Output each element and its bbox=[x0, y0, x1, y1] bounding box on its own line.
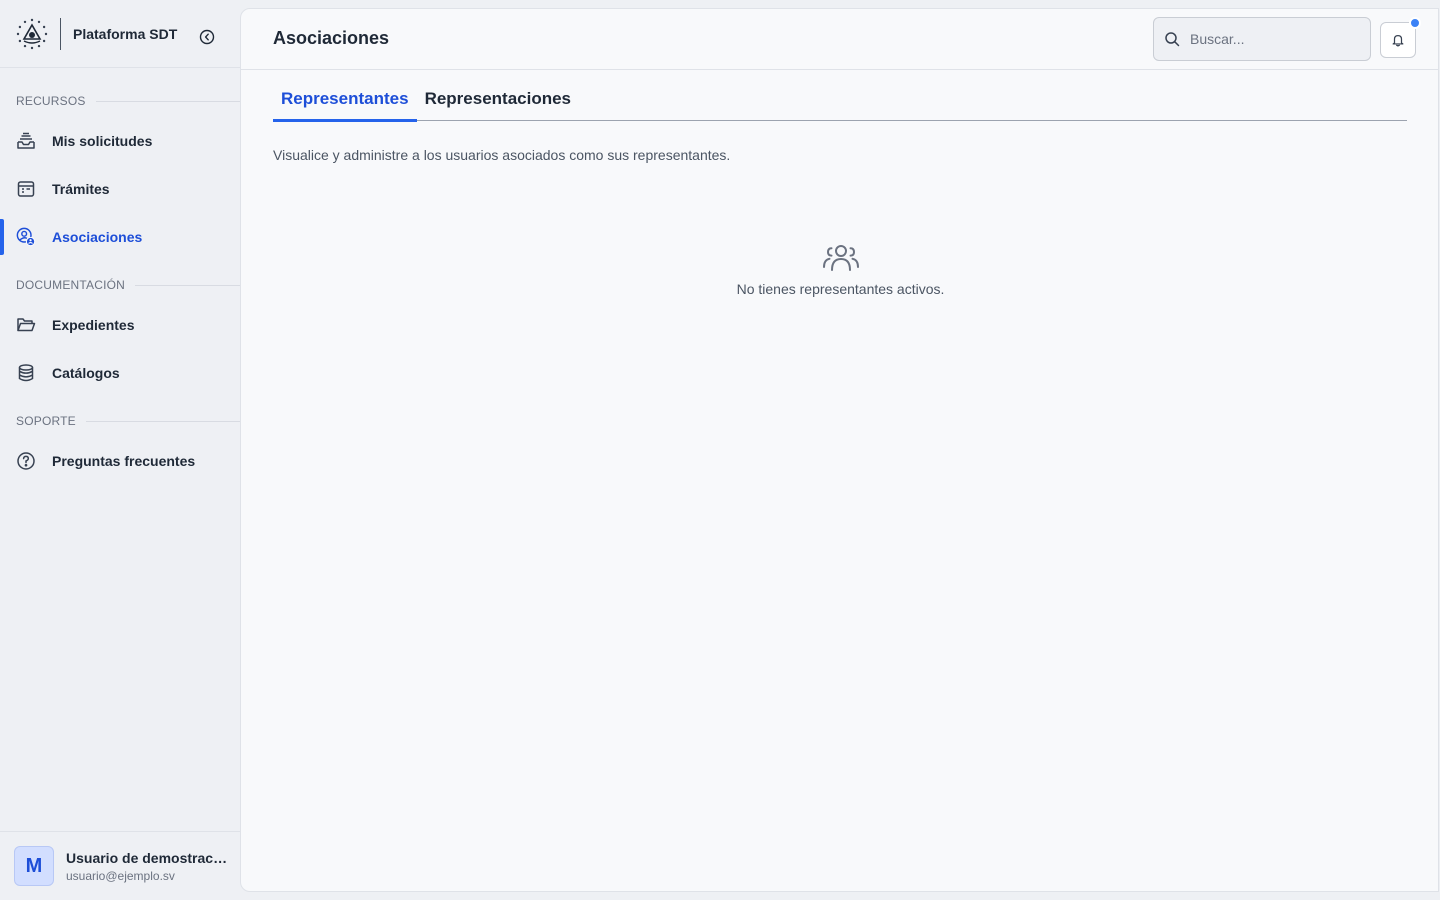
sidebar-item-asociaciones[interactable]: Asociaciones bbox=[0, 217, 240, 257]
sidebar-item-tramites[interactable]: Trámites bbox=[0, 169, 240, 209]
logo-divider bbox=[60, 17, 61, 50]
avatar: M bbox=[14, 846, 54, 886]
notifications-button[interactable] bbox=[1380, 17, 1421, 58]
sidebar-item-mis-solicitudes[interactable]: Mis solicitudes bbox=[0, 121, 240, 161]
sidebar-item-label: Expedientes bbox=[52, 317, 135, 333]
app-root: Plataforma SDT RECURSOS Mis solicitudes bbox=[0, 0, 1440, 900]
empty-message: No tienes representantes activos. bbox=[736, 281, 945, 297]
notification-dot bbox=[1409, 17, 1421, 29]
bell-icon bbox=[1392, 35, 1404, 47]
tab-representaciones[interactable]: Representaciones bbox=[417, 84, 579, 120]
inbox-stack-icon bbox=[16, 131, 36, 151]
tab-description: Visualice y administre a los usuarios as… bbox=[273, 147, 731, 163]
sidebar-item-label: Trámites bbox=[52, 181, 110, 197]
user-name: Usuario de demostración bbox=[66, 849, 230, 866]
question-circle-icon bbox=[16, 451, 36, 471]
search-icon bbox=[1165, 32, 1180, 47]
app-title: Plataforma SDT bbox=[73, 25, 178, 42]
coat-of-arms-logo[interactable] bbox=[16, 18, 48, 50]
user-info: Usuario de demostración usuario@ejemplo.… bbox=[66, 850, 230, 883]
page-title: Asociaciones bbox=[273, 28, 390, 48]
sidebar-item-expedientes[interactable]: Expedientes bbox=[0, 305, 240, 345]
sidebar-header: Plataforma SDT bbox=[0, 0, 240, 68]
users-group-icon bbox=[241, 243, 1440, 273]
section-label-soporte: SOPORTE bbox=[16, 414, 240, 428]
user-email: usuario@ejemplo.sv bbox=[66, 868, 175, 883]
calendar-table-icon bbox=[16, 179, 36, 199]
main-panel: Asociaciones Representantes Representaci… bbox=[240, 8, 1439, 892]
top-bar: Asociaciones bbox=[241, 9, 1438, 70]
empty-state: No tienes representantes activos. bbox=[241, 243, 1440, 297]
search-input[interactable] bbox=[1190, 31, 1360, 47]
sidebar: Plataforma SDT RECURSOS Mis solicitudes bbox=[0, 0, 240, 900]
database-icon bbox=[16, 363, 36, 383]
collapse-sidebar-button[interactable] bbox=[198, 28, 216, 46]
section-label-recursos: RECURSOS bbox=[16, 94, 240, 108]
tab-representantes[interactable]: Representantes bbox=[273, 84, 417, 122]
sidebar-item-label: Catálogos bbox=[52, 365, 120, 381]
user-badge-icon bbox=[16, 227, 36, 247]
search-box[interactable] bbox=[1153, 17, 1371, 61]
sidebar-item-catalogos[interactable]: Catálogos bbox=[0, 353, 240, 393]
folder-open-icon bbox=[16, 315, 36, 335]
chevron-left-circle-icon bbox=[199, 29, 215, 45]
sidebar-item-label: Mis solicitudes bbox=[52, 133, 153, 149]
sidebar-item-label: Preguntas frecuentes bbox=[52, 453, 196, 469]
tab-bar: Representantes Representaciones bbox=[273, 84, 1407, 122]
sidebar-item-preguntas-frecuentes[interactable]: Preguntas frecuentes bbox=[0, 441, 240, 481]
section-label-documentacion: DOCUMENTACIÓN bbox=[16, 278, 240, 292]
sidebar-item-label: Asociaciones bbox=[52, 229, 143, 245]
user-profile[interactable]: M Usuario de demostración usuario@ejempl… bbox=[0, 831, 240, 900]
